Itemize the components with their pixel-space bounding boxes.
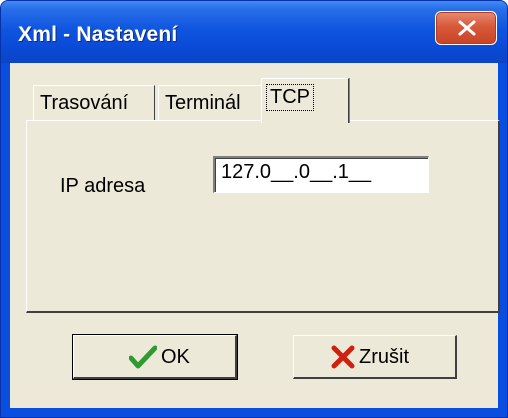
tab-tcp[interactable]: TCP — [261, 78, 349, 123]
tab-label: Trasování — [40, 92, 129, 114]
tab-label: TCP — [266, 84, 314, 111]
tcp-tab-panel — [26, 120, 500, 313]
close-button[interactable] — [435, 11, 497, 45]
tab-terminal[interactable]: Terminál — [158, 85, 262, 121]
red-x-icon — [331, 345, 355, 369]
dialog-client-area: Trasování Terminál TCP IP adresa 127.0__… — [10, 63, 500, 408]
tab-label: Terminál — [165, 92, 241, 114]
ok-button-label: OK — [161, 346, 190, 368]
window-title: Xml - Nastavení — [18, 23, 178, 46]
ip-address-label: IP adresa — [60, 175, 146, 197]
cancel-button[interactable]: Zrušit — [293, 335, 457, 379]
close-icon — [458, 20, 476, 36]
ok-button[interactable]: OK — [72, 334, 238, 380]
cancel-button-label: Zrušit — [359, 346, 409, 368]
ip-address-input[interactable]: 127.0__.0__.1__ — [213, 156, 429, 193]
dialog-window: Xml - Nastavení Trasování Terminál TCP I… — [0, 0, 508, 418]
title-bar[interactable]: Xml - Nastavení — [1, 1, 507, 63]
checkmark-icon — [129, 345, 157, 369]
tab-trasovani[interactable]: Trasování — [33, 85, 155, 121]
